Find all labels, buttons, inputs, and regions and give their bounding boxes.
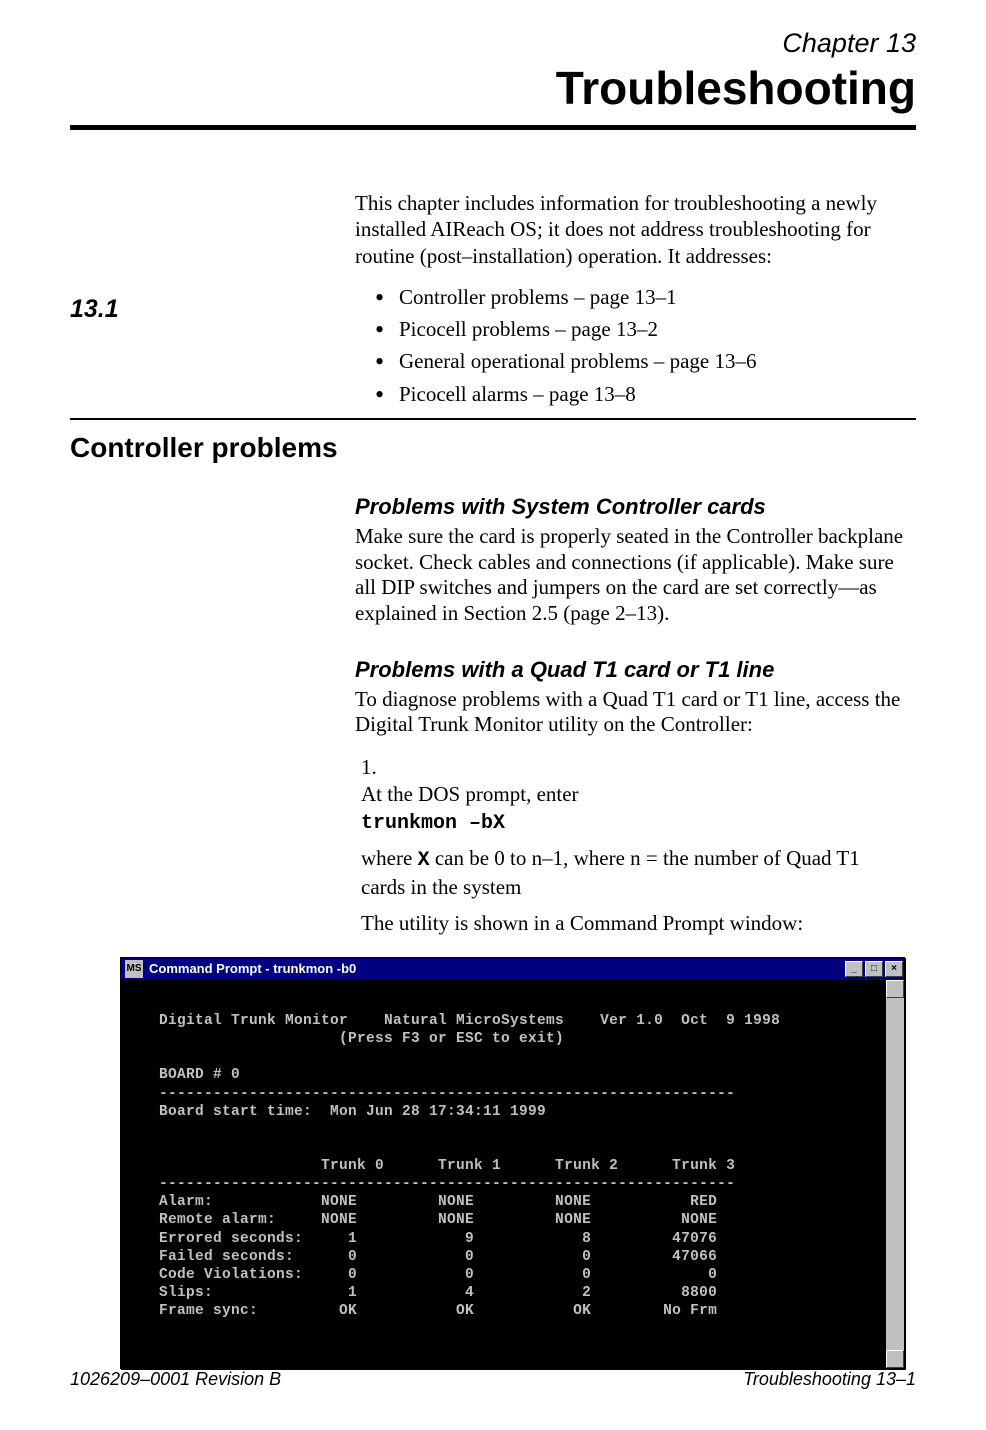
section-title: Controller problems [70,432,916,464]
code-variable: X [418,849,430,872]
bullet-list: Controller problems – page 13–1 Picocell… [375,283,916,408]
step-text: At the DOS prompt, enter [361,782,579,806]
divider-thick [70,125,916,130]
numbered-step: 1. At the DOS prompt, enter trunkmon –bX… [361,754,916,937]
step-text: where [361,846,418,870]
list-item: Picocell problems – page 13–2 [375,315,916,343]
body-paragraph: Make sure the card is properly seated in… [355,524,916,626]
scrollbar[interactable]: ▲▼ [886,980,904,1368]
code-command: trunkmon –bX [361,812,505,835]
chapter-label: Chapter 13 [70,28,916,59]
page-footer: 1026209–0001 Revision B Troubleshooting … [70,1369,916,1390]
terminal-output: Digital Trunk Monitor Natural MicroSyste… [121,980,904,1368]
maximize-button[interactable]: □ [865,961,883,977]
msdos-icon: MS [125,960,143,978]
list-item: Controller problems – page 13–1 [375,283,916,311]
step-text: The utility is shown in a Command Prompt… [361,910,901,937]
window-titlebar: MS Command Prompt - trunkmon -b0 _ □ × [121,958,904,980]
subsection-title: Problems with System Controller cards [355,494,916,520]
minimize-button[interactable]: _ [845,961,863,977]
list-item: Picocell alarms – page 13–8 [375,380,916,408]
chapter-title: Troubleshooting [70,61,916,115]
section-number: 13.1 [70,295,355,324]
scroll-down-button[interactable]: ▼ [886,1350,904,1368]
list-item: General operational problems – page 13–6 [375,347,916,375]
step-text: can be 0 to n–1, where n = the number of… [361,846,860,899]
divider-thin [70,418,916,420]
footer-left: 1026209–0001 Revision B [70,1369,281,1390]
subsection-title: Problems with a Quad T1 card or T1 line [355,657,916,683]
footer-right: Troubleshooting 13–1 [743,1369,916,1390]
window-title: Command Prompt - trunkmon -b0 [147,961,844,976]
body-paragraph: To diagnose problems with a Quad T1 card… [355,687,916,738]
step-number: 1. [361,754,401,781]
intro-paragraph: This chapter includes information for tr… [355,190,916,269]
close-button[interactable]: × [885,961,903,977]
command-prompt-window: MS Command Prompt - trunkmon -b0 _ □ × D… [120,957,905,1369]
scroll-up-button[interactable]: ▲ [886,980,904,998]
